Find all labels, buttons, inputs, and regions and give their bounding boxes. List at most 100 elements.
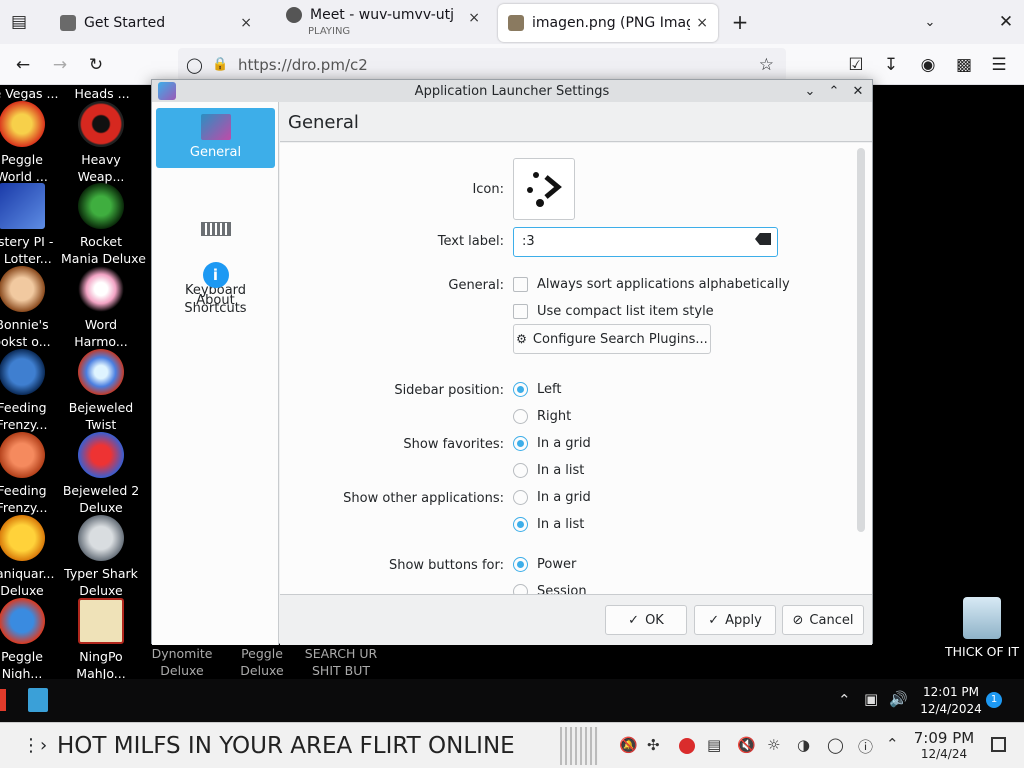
text-label-input[interactable]: :3 — [513, 227, 778, 257]
chevron-up-icon[interactable]: ⌃ — [886, 735, 899, 753]
display-icon[interactable]: ◯ — [827, 736, 844, 754]
desktop-icon[interactable]: Heads ... — [62, 85, 142, 102]
radio[interactable] — [513, 382, 528, 397]
desktop-icon-label[interactable]: Dynomite Deluxe — [150, 645, 214, 679]
account-icon[interactable]: ◉ — [915, 52, 941, 78]
launcher-text-label[interactable]: HOT MILFS IN YOUR AREA FLIRT ONLINE — [57, 733, 515, 759]
speaker-icon[interactable] — [286, 7, 302, 23]
recycle-bin[interactable]: THICK OF IT — [940, 597, 1024, 660]
buttons-power-radio[interactable]: Power — [513, 557, 576, 572]
desktop-icon-label[interactable]: Peggle Deluxe — [232, 645, 292, 679]
favorites-grid-radio[interactable]: In a grid — [513, 436, 591, 451]
desktop-icon[interactable]: Feeding Frenzy... — [0, 349, 62, 433]
tab-close-icon[interactable]: × — [468, 10, 480, 26]
desktop-icon[interactable]: Bejeweled 2 Deluxe — [61, 432, 141, 516]
desktop-icon[interactable]: Heavy Weap... — [61, 101, 141, 185]
other-apps-grid-radio[interactable]: In a grid — [513, 490, 591, 505]
content-scrollbar[interactable] — [857, 148, 865, 532]
sidebar-item-general[interactable]: General — [156, 108, 275, 168]
app-icon[interactable] — [0, 689, 6, 711]
apply-button[interactable]: ✓ Apply — [694, 605, 776, 635]
pocket-icon[interactable]: ☑ — [843, 52, 869, 78]
reload-icon[interactable]: ↻ — [83, 52, 109, 78]
shield-icon[interactable]: ◯ — [186, 56, 203, 74]
sidebar-left-radio[interactable]: Left — [513, 382, 561, 397]
window-close-icon[interactable]: ✕ — [993, 9, 1019, 35]
bookmark-star-icon[interactable]: ☆ — [759, 55, 774, 75]
record-icon[interactable] — [679, 738, 695, 754]
sidebar-item-about[interactable]: i About — [156, 256, 275, 316]
network-icon[interactable]: ▣ — [864, 690, 878, 708]
compact-list-checkbox[interactable]: Use compact list item style — [513, 304, 714, 319]
mute-icon[interactable]: 🔇 — [737, 736, 756, 754]
desktop-icon[interactable]: NingPo MahJo... — [61, 598, 141, 682]
desktop-icon[interactable]: Bonnie's ookst o... — [0, 266, 62, 350]
other-apps-list-radio[interactable]: In a list — [513, 517, 584, 532]
cancel-button[interactable]: ⊘ Cancel — [782, 605, 864, 635]
sidebar-item-keyboard-shortcuts[interactable]: Keyboard Shortcuts — [156, 174, 275, 316]
notifications-off-icon[interactable]: 🔕 — [619, 736, 638, 754]
brightness-icon[interactable]: ☼ — [767, 736, 780, 754]
clipboard-icon[interactable]: ▤ — [707, 736, 721, 754]
radio[interactable] — [513, 409, 528, 424]
lock-icon[interactable]: 🔒 — [212, 57, 228, 72]
desktop-icon[interactable]: Feeding Frenzy... — [0, 432, 62, 516]
radio[interactable] — [513, 584, 528, 594]
extensions-icon[interactable]: ▩ — [951, 52, 977, 78]
desktop-icon[interactable]: Typer Shark Deluxe — [61, 515, 141, 599]
chevron-up-icon[interactable]: ⌃ — [838, 691, 851, 709]
kde-connect-icon[interactable]: ✣ — [647, 736, 660, 754]
desktop-icon[interactable]: Peggle Nigh... — [0, 598, 62, 682]
desktop-icon[interactable]: e Vegas ... — [0, 85, 66, 102]
radio[interactable] — [513, 436, 528, 451]
radio[interactable] — [513, 517, 528, 532]
task-preview-icon[interactable] — [560, 727, 598, 765]
launcher-dots-icon[interactable]: ⋮› — [22, 735, 47, 756]
clear-text-icon[interactable] — [755, 233, 771, 245]
show-desktop-icon[interactable] — [991, 737, 1006, 752]
buttons-session-radio[interactable]: Session — [513, 584, 587, 594]
tab-close-icon[interactable]: × — [696, 15, 708, 31]
checkbox[interactable] — [513, 277, 528, 292]
host-clock[interactable]: 7:09 PM 12/4/24 — [908, 730, 980, 762]
volume-icon[interactable]: 🔊 — [889, 690, 908, 708]
tab-get-started[interactable]: Get Started × — [50, 4, 262, 42]
new-tab-button[interactable]: + — [727, 9, 753, 35]
forward-arrow-icon[interactable]: → — [47, 52, 73, 78]
help-icon[interactable]: ⓘ — [858, 736, 873, 757]
desktop-icon[interactable]: Rocket Mania Deluxe — [61, 183, 146, 267]
url-text[interactable]: https://dro.pm/c2 — [238, 56, 368, 74]
tab-close-icon[interactable]: × — [240, 15, 252, 31]
tab-list-icon[interactable]: ▤ — [6, 9, 32, 35]
chevron-down-icon[interactable]: ⌄ — [917, 9, 943, 35]
tab-meet[interactable]: Meet - wuv-umvv-utj PLAYING × — [276, 4, 490, 42]
dialog-titlebar[interactable]: Application Launcher Settings ⌄ ⌃ ✕ — [152, 80, 872, 102]
chevron-down-icon[interactable]: ⌄ — [800, 81, 820, 101]
desktop-icon[interactable]: Word Harmo... — [61, 266, 141, 350]
ok-button[interactable]: ✓ OK — [605, 605, 687, 635]
radio[interactable] — [513, 463, 528, 478]
sidebar-right-radio[interactable]: Right — [513, 409, 571, 424]
notepad-icon[interactable] — [28, 688, 48, 712]
notification-badge[interactable]: 1 — [986, 692, 1002, 708]
network-icon[interactable]: ◑ — [797, 736, 810, 754]
configure-search-plugins-button[interactable]: ⚙ Configure Search Plugins... — [513, 324, 711, 354]
radio[interactable] — [513, 557, 528, 572]
desktop-icon-label[interactable]: SEARCH UR SHIT BUT — [300, 645, 382, 679]
download-icon[interactable]: ↧ — [878, 52, 904, 78]
desktop-icon[interactable]: Peggle World ... — [0, 101, 62, 185]
desktop-icon[interactable]: ystery PI - e Lotter... — [0, 183, 62, 267]
chevron-up-icon[interactable]: ⌃ — [824, 81, 844, 101]
radio[interactable] — [513, 490, 528, 505]
remote-clock[interactable]: 12:01 PM 12/4/2024 — [916, 684, 986, 718]
close-icon[interactable]: ✕ — [848, 81, 868, 101]
back-arrow-icon[interactable]: ← — [10, 52, 36, 78]
desktop-icon[interactable]: Bejeweled Twist — [61, 349, 141, 433]
tab-imagen[interactable]: imagen.png (PNG Image × — [498, 4, 718, 42]
menu-icon[interactable]: ☰ — [986, 52, 1012, 78]
icon-picker-button[interactable] — [513, 158, 575, 220]
sort-alphabetically-checkbox[interactable]: Always sort applications alphabetically — [513, 277, 790, 292]
checkbox[interactable] — [513, 304, 528, 319]
desktop-icon[interactable]: saniquar... Deluxe — [0, 515, 62, 599]
url-bar[interactable]: ◯ 🔒 https://dro.pm/c2 ☆ — [178, 48, 786, 81]
